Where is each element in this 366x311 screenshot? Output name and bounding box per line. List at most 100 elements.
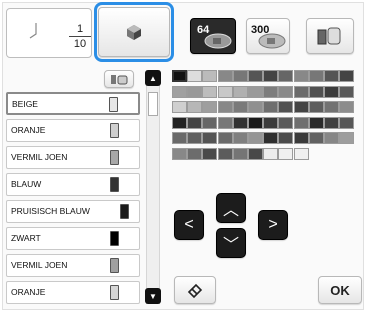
spool-icon xyxy=(110,150,119,165)
palette-swatch[interactable] xyxy=(217,85,233,98)
palette-swatch[interactable] xyxy=(172,132,187,144)
ok-button[interactable]: OK xyxy=(318,276,362,304)
palette-swatch[interactable] xyxy=(293,147,309,160)
eraser-button[interactable] xyxy=(174,276,216,304)
palette-swatch[interactable] xyxy=(263,116,279,129)
palette-swatch[interactable] xyxy=(339,101,355,113)
palette-swatch[interactable] xyxy=(217,70,233,82)
thread-sort-button[interactable] xyxy=(104,70,134,88)
palette-swatch[interactable] xyxy=(202,147,218,160)
palette-swatch[interactable] xyxy=(172,147,187,160)
thread-item-3[interactable]: BLAUW xyxy=(6,173,140,196)
palette-swatch[interactable] xyxy=(248,85,263,98)
palette-swatch[interactable] xyxy=(308,132,324,144)
palette-swatch[interactable] xyxy=(172,85,187,98)
thread-item-4[interactable]: PRUISISCH BLAUW xyxy=(6,200,140,223)
palette-swatch[interactable] xyxy=(278,147,294,160)
palette-swatch[interactable] xyxy=(293,116,309,129)
palette-300-button[interactable]: 300 xyxy=(246,18,290,54)
palette-swatch[interactable] xyxy=(248,116,263,129)
palette-swatch[interactable] xyxy=(278,116,294,129)
spool-icon xyxy=(110,258,119,273)
palette-swatch[interactable] xyxy=(232,70,248,82)
palette-swatch[interactable] xyxy=(202,85,218,98)
palette-swatch[interactable] xyxy=(172,116,187,129)
palette-swatch[interactable] xyxy=(248,70,263,82)
palette-swatch[interactable] xyxy=(278,70,294,82)
palette-swatch[interactable] xyxy=(293,101,309,113)
palette-swatch[interactable] xyxy=(187,116,203,129)
palette-swatch[interactable] xyxy=(217,147,233,160)
custom-palette-button[interactable] xyxy=(98,7,170,57)
palette-swatch[interactable] xyxy=(324,101,339,113)
palette-swatch[interactable] xyxy=(217,116,233,129)
nav-right-button[interactable]: > xyxy=(258,210,288,240)
palette-swatch[interactable] xyxy=(293,132,309,144)
palette-swatch[interactable] xyxy=(308,85,324,98)
palette-swatch[interactable] xyxy=(232,132,248,144)
palette-swatch[interactable] xyxy=(187,101,203,113)
palette-swatch[interactable] xyxy=(232,116,248,129)
palette-swatch[interactable] xyxy=(324,116,339,129)
palette-swatch[interactable] xyxy=(202,70,218,82)
palette-swatch[interactable] xyxy=(263,70,279,82)
palette-swatch[interactable] xyxy=(187,132,203,144)
palette-swatch[interactable] xyxy=(248,101,263,113)
palette-swatch[interactable] xyxy=(248,147,263,160)
thread-item-5[interactable]: ZWART xyxy=(6,227,140,250)
palette-swatch[interactable] xyxy=(339,132,355,144)
palette-swatch[interactable] xyxy=(232,101,248,113)
palette-swatch[interactable] xyxy=(217,101,233,113)
scroll-down-button[interactable]: ▼ xyxy=(145,288,161,304)
thread-name: PRUISISCH BLAUW xyxy=(11,206,90,216)
palette-swatch[interactable] xyxy=(232,85,248,98)
thread-item-0[interactable]: BEIGE xyxy=(6,92,140,115)
scroll-thumb[interactable] xyxy=(148,92,158,116)
thread-name: ZWART xyxy=(11,233,41,243)
thread-item-6[interactable]: VERMIL JOEN xyxy=(6,254,140,277)
palette-swatch[interactable] xyxy=(339,70,355,82)
palette-swatch[interactable] xyxy=(339,85,355,98)
palette-swatch[interactable] xyxy=(278,132,294,144)
palette-swatch[interactable] xyxy=(293,70,309,82)
nav-left-button[interactable]: < xyxy=(174,210,204,240)
thread-item-2[interactable]: VERMIL JOEN xyxy=(6,146,140,169)
palette-swatch[interactable] xyxy=(172,70,187,82)
scroll-up-button[interactable]: ▲ xyxy=(145,70,161,86)
palette-swatch[interactable] xyxy=(263,147,279,160)
palette-swatch[interactable] xyxy=(232,147,248,160)
palette-swatch[interactable] xyxy=(308,101,324,113)
palette-swatch[interactable] xyxy=(172,101,187,113)
palette-swatch[interactable] xyxy=(324,70,339,82)
palette-swatch[interactable] xyxy=(263,85,279,98)
thread-item-7[interactable]: ORANJE xyxy=(6,281,140,304)
palette-swatch[interactable] xyxy=(308,70,324,82)
palette-64-button[interactable]: 64 xyxy=(190,18,236,54)
palette-swatch[interactable] xyxy=(324,85,339,98)
palette-swatch[interactable] xyxy=(248,132,263,144)
palette-swatch[interactable] xyxy=(202,101,218,113)
palette-swatch[interactable] xyxy=(263,101,279,113)
nav-down-button[interactable]: ﹀ xyxy=(216,228,246,258)
palette-swatch[interactable] xyxy=(187,147,203,160)
palette-swatch[interactable] xyxy=(202,132,218,144)
thread-item-1[interactable]: ORANJE xyxy=(6,119,140,142)
palette-swatch[interactable] xyxy=(217,132,233,144)
palette-swatch[interactable] xyxy=(278,85,294,98)
thread-chart-icon xyxy=(258,33,286,49)
palette-swatch[interactable] xyxy=(324,132,339,144)
palette-swatch[interactable] xyxy=(278,101,294,113)
thread-name: BLAUW xyxy=(11,179,42,189)
nav-up-button[interactable]: ︿ xyxy=(216,193,246,223)
palette-swatch[interactable] xyxy=(187,70,203,82)
thread-chart-icon xyxy=(204,33,232,49)
palette-swatch[interactable] xyxy=(202,116,218,129)
chevron-left-icon: < xyxy=(184,216,194,233)
palette-swatch[interactable] xyxy=(263,132,279,144)
palette-swatch[interactable] xyxy=(187,85,203,98)
palette-swatch[interactable] xyxy=(308,116,324,129)
thread-brand-button[interactable] xyxy=(306,18,354,54)
palette-swatch[interactable] xyxy=(339,116,355,129)
palette-swatch[interactable] xyxy=(293,85,309,98)
color-palette-grid xyxy=(172,70,360,170)
